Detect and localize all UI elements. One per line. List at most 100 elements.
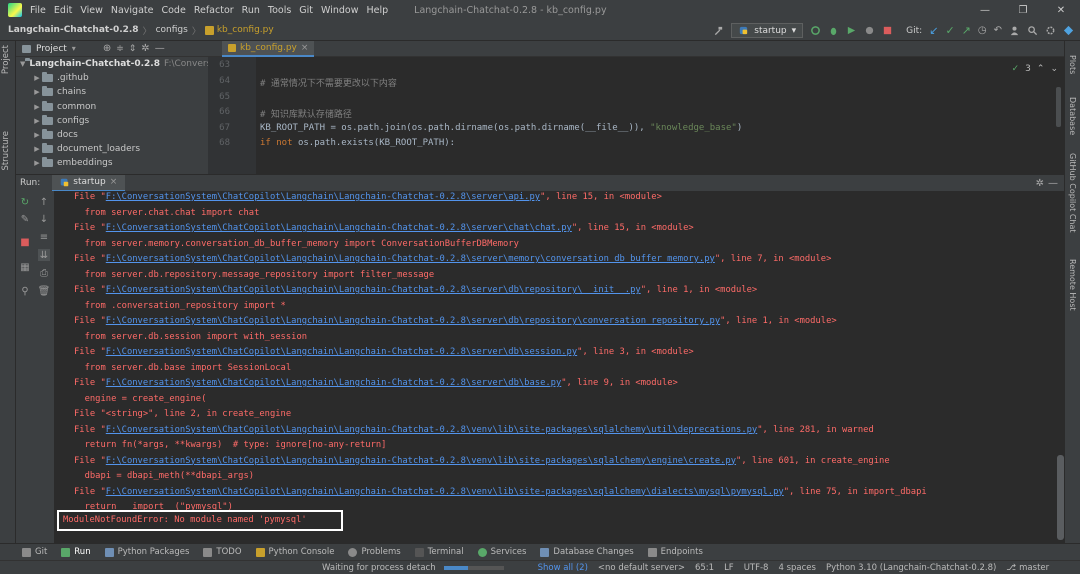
status-indent[interactable]: 4 spaces (778, 563, 815, 573)
chevron-down-icon[interactable]: ⌄ (1050, 64, 1058, 74)
file-link[interactable]: F:\ConversationSystem\ChatCopilot\Langch… (106, 254, 715, 264)
tree-item-docs[interactable]: ▶ docs (16, 128, 208, 142)
git-update-icon[interactable]: ↙ (929, 24, 938, 37)
file-link[interactable]: F:\ConversationSystem\ChatCopilot\Langch… (106, 223, 572, 233)
tree-item-document-loaders[interactable]: ▶ document_loaders (16, 142, 208, 156)
console-line[interactable]: File "F:\ConversationSystem\ChatCopilot\… (74, 425, 874, 435)
menu-git[interactable]: Git (299, 5, 313, 16)
git-rollback-icon[interactable]: ↶ (994, 25, 1002, 36)
menu-navigate[interactable]: Navigate (111, 5, 154, 16)
user-icon[interactable] (1009, 25, 1020, 36)
menu-view[interactable]: View (80, 5, 103, 16)
chevron-down-icon[interactable]: ▾ (72, 44, 76, 53)
tree-item-embeddings[interactable]: ▶ embeddings (16, 156, 208, 170)
database-tool-tab[interactable]: Database (1068, 97, 1077, 135)
tool-tab-git[interactable]: Git (22, 547, 47, 557)
scroll-down-icon[interactable]: ↓ (38, 213, 50, 225)
restore-icon[interactable]: ❐ (1004, 0, 1042, 20)
collapse-all-icon[interactable]: ≑ (116, 44, 124, 54)
editor-scrollbar[interactable] (1056, 87, 1061, 127)
search-icon[interactable] (1027, 25, 1038, 36)
stop-icon[interactable] (882, 25, 893, 36)
git-push-icon[interactable]: ↗ (962, 24, 971, 37)
menu-window[interactable]: Window (321, 5, 358, 16)
pin-tab-icon[interactable]: ⚲ (19, 285, 31, 297)
code-editor[interactable]: # 通常情况下不需要更改以下内容 # 知识库默认存储路径 KB_ROOT_PAT… (256, 57, 1064, 174)
close-icon[interactable]: ✕ (1042, 0, 1080, 20)
console-line[interactable]: File "F:\ConversationSystem\ChatCopilot\… (74, 487, 927, 497)
menu-help[interactable]: Help (367, 5, 389, 16)
console-line[interactable]: File "F:\ConversationSystem\ChatCopilot\… (74, 316, 837, 326)
console-line[interactable]: File "F:\ConversationSystem\ChatCopilot\… (74, 347, 694, 357)
profile-icon[interactable] (864, 25, 875, 36)
run-console[interactable]: File "F:\ConversationSystem\ChatCopilot\… (54, 191, 1056, 543)
tree-root[interactable]: ▼ Langchain-Chatchat-0.2.8 F:\Convers (16, 57, 211, 71)
gear-icon[interactable]: ✲ (1036, 178, 1044, 189)
coverage-icon[interactable] (846, 25, 857, 36)
hide-panel-icon[interactable]: — (155, 43, 165, 54)
debug-icon[interactable] (828, 25, 839, 36)
status-git-branch[interactable]: master (1019, 563, 1049, 573)
file-link[interactable]: F:\ConversationSystem\ChatCopilot\Langch… (106, 316, 720, 326)
file-link[interactable]: F:\ConversationSystem\ChatCopilot\Langch… (106, 378, 561, 388)
minimize-icon[interactable]: — (966, 0, 1004, 20)
file-link[interactable]: F:\ConversationSystem\ChatCopilot\Langch… (106, 425, 757, 435)
project-tool-tab[interactable]: Project (1, 45, 11, 74)
editor-tab-kb-config[interactable]: kb_config.py × (222, 41, 315, 57)
close-tab-icon[interactable]: × (301, 43, 309, 53)
breadcrumb-file[interactable]: kb_config.py (217, 25, 274, 35)
tool-tab-database-changes[interactable]: Database Changes (540, 547, 634, 557)
git-commit-icon[interactable]: ✓ (945, 24, 954, 37)
copilot-chat-tool-tab[interactable]: GitHub Copilot Chat (1068, 153, 1077, 233)
tool-tab-terminal[interactable]: Terminal (414, 547, 464, 557)
tree-item-configs[interactable]: ▶ configs (16, 114, 208, 128)
scroll-to-end-icon[interactable]: ⇊ (38, 249, 50, 261)
tree-item-common[interactable]: ▶ common (16, 100, 208, 114)
status-interpreter[interactable]: Python 3.10 (Langchain-Chatchat-0.2.8) (826, 563, 996, 573)
run-tab-startup[interactable]: startup × (52, 174, 126, 192)
settings-gear-icon[interactable] (1045, 25, 1056, 36)
print-icon[interactable]: ⎙ (38, 267, 50, 279)
remote-host-tool-tab[interactable]: Remote Host (1068, 259, 1077, 311)
tool-tab-python-console[interactable]: Python Console (255, 547, 334, 557)
file-link[interactable]: F:\ConversationSystem\ChatCopilot\Langch… (106, 347, 577, 357)
file-link[interactable]: F:\ConversationSystem\ChatCopilot\Langch… (106, 487, 784, 497)
close-tab-icon[interactable]: × (110, 177, 118, 187)
stop-icon[interactable]: ■ (19, 236, 31, 248)
tool-tab-todo[interactable]: TODO (203, 547, 242, 557)
tree-item-chains[interactable]: ▶ chains (16, 85, 208, 99)
soft-wrap-icon[interactable]: ≡ (38, 231, 50, 243)
structure-tool-tab[interactable]: Structure (1, 131, 11, 171)
plots-tool-tab[interactable]: Plots (1068, 55, 1077, 74)
breadcrumb-folder[interactable]: configs (156, 25, 188, 35)
jetbrains-ai-icon[interactable] (1063, 25, 1074, 36)
git-history-icon[interactable]: ◷ (978, 25, 987, 36)
expand-all-icon[interactable]: ⇕ (129, 44, 137, 54)
menu-tools[interactable]: Tools (268, 5, 291, 16)
inspection-widget[interactable]: ✓ 3 ⌃ ⌄ (1012, 64, 1058, 74)
menu-refactor[interactable]: Refactor (194, 5, 234, 16)
console-line[interactable]: File "F:\ConversationSystem\ChatCopilot\… (74, 456, 890, 466)
wrench-icon[interactable]: ✎ (19, 213, 31, 225)
menu-file[interactable]: File (30, 5, 46, 16)
menu-edit[interactable]: Edit (54, 5, 72, 16)
show-all-processes-link[interactable]: Show all (2) (538, 563, 588, 573)
menu-code[interactable]: Code (161, 5, 185, 16)
console-line[interactable]: File "F:\ConversationSystem\ChatCopilot\… (74, 223, 694, 233)
console-line[interactable]: File "F:\ConversationSystem\ChatCopilot\… (74, 285, 757, 295)
tree-item-github[interactable]: ▶ .github (16, 71, 208, 85)
console-line[interactable]: File "F:\ConversationSystem\ChatCopilot\… (74, 254, 831, 264)
rerun-icon[interactable]: ↻ (19, 196, 31, 208)
clear-all-icon[interactable]: 🗑 (38, 285, 51, 297)
locate-icon[interactable]: ⊕ (103, 43, 111, 54)
hide-panel-icon[interactable]: — (1048, 178, 1058, 189)
layout-icon[interactable]: ▦ (19, 261, 31, 273)
project-panel-title[interactable]: Project (36, 44, 67, 54)
file-link[interactable]: F:\ConversationSystem\ChatCopilot\Langch… (106, 192, 540, 202)
menu-run[interactable]: Run (242, 5, 260, 16)
gear-icon[interactable]: ✲ (141, 43, 149, 54)
file-link[interactable]: F:\ConversationSystem\ChatCopilot\Langch… (106, 285, 641, 295)
status-encoding[interactable]: UTF-8 (744, 563, 769, 573)
hammer-icon[interactable] (713, 25, 724, 36)
breadcrumb-project[interactable]: Langchain-Chatchat-0.2.8 (8, 25, 139, 35)
